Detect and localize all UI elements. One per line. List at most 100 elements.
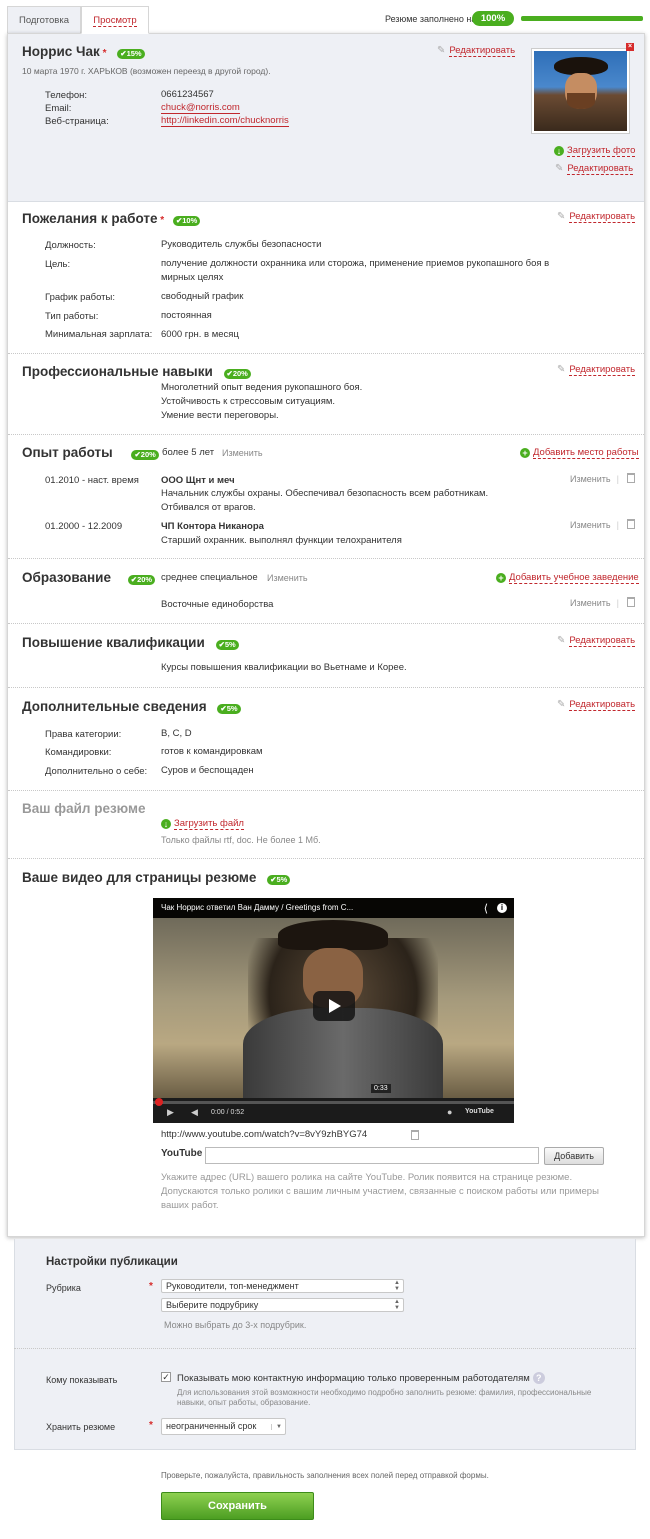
education-item-change[interactable]: Изменить xyxy=(570,598,611,608)
edit-photo-link[interactable]: Редактировать xyxy=(567,163,634,175)
completion-badge: ✔5% xyxy=(215,640,239,650)
play-icon[interactable]: ▶ xyxy=(167,1107,174,1118)
profile-photo[interactable] xyxy=(531,48,630,134)
divider xyxy=(8,434,644,435)
subrubric-select[interactable]: Выберите подрубрику ▲ ▼ xyxy=(161,1298,404,1312)
publication-title: Настройки публикации xyxy=(46,1256,178,1268)
contact-phone: 0661234567 xyxy=(161,89,214,100)
skills-edit[interactable]: ✎ Редактировать xyxy=(557,364,636,376)
job-period: 01.2010 - наст. время xyxy=(45,475,139,486)
video-url: http://www.youtube.com/watch?v=8vY9zhBYG… xyxy=(161,1129,368,1140)
keep-select[interactable]: неограниченный срок ▼ xyxy=(161,1418,286,1435)
download-icon: ↓ xyxy=(161,819,171,829)
pencil-icon: ✎ xyxy=(555,163,564,174)
divider xyxy=(14,1348,636,1349)
required-star: * xyxy=(149,1420,153,1431)
skill-line: Умение вести переговоры. xyxy=(161,410,279,421)
resume-file-hint: Только файлы rtf, doc. Не более 1 Мб. xyxy=(161,835,321,845)
profile-name-row: Норрис Чак * ✔15% xyxy=(22,44,145,59)
settings-icon[interactable]: ● xyxy=(447,1107,452,1117)
job-change[interactable]: Изменить xyxy=(570,520,611,530)
youtube-logo: YouTube xyxy=(161,1148,203,1159)
add-video-button[interactable]: Добавить xyxy=(544,1147,604,1165)
page: Подготовка Просмотр Резюме заполнено на … xyxy=(0,0,650,1539)
upload-file-link[interactable]: Загрузить файл xyxy=(174,818,244,830)
pencil-icon: ✎ xyxy=(557,635,566,646)
profile-edit[interactable]: ✎ Редактировать xyxy=(437,45,516,57)
divider xyxy=(8,623,644,624)
divider xyxy=(8,687,644,688)
additional-edit[interactable]: ✎ Редактировать xyxy=(557,699,636,711)
play-button[interactable] xyxy=(313,991,355,1021)
upload-photo[interactable]: ↓ Загрузить фото xyxy=(554,145,636,157)
field-value: Руководитель службы безопасности xyxy=(161,239,322,250)
trash-icon[interactable] xyxy=(626,519,635,529)
volume-icon[interactable]: ◀ xyxy=(191,1107,198,1118)
education-title-row: Образование ✔20% xyxy=(22,570,156,585)
edit-link[interactable]: Редактировать xyxy=(449,45,516,57)
edit-link[interactable]: Редактировать xyxy=(569,364,636,376)
save-button[interactable]: Сохранить xyxy=(161,1492,314,1520)
add-education[interactable]: + Добавить учебное заведение xyxy=(496,572,639,584)
required-star: * xyxy=(160,215,165,226)
tab-preview[interactable]: Просмотр xyxy=(81,6,149,34)
experience-change[interactable]: Изменить xyxy=(222,448,263,458)
share-icon[interactable]: ⟨ xyxy=(484,902,488,915)
job-company: ООО Щнт и меч xyxy=(161,475,235,486)
divider xyxy=(8,353,644,354)
video-player[interactable]: Чак Норрис ответил Ван Дамму / Greetings… xyxy=(153,898,514,1123)
wishes-edit[interactable]: ✎ Редактировать xyxy=(557,211,636,223)
qualification-title-row: Повышение квалификации ✔5% xyxy=(22,635,239,650)
education-change[interactable]: Изменить xyxy=(267,573,308,583)
pencil-icon: ✎ xyxy=(557,364,566,375)
field-value: B, C, D xyxy=(161,728,192,739)
trash-icon[interactable] xyxy=(626,597,635,607)
contact-web-link[interactable]: http://linkedin.com/chucknorris xyxy=(161,115,289,127)
tab-prepare[interactable]: Подготовка xyxy=(7,6,81,33)
show-contacts-checkbox[interactable]: ✓ xyxy=(161,1372,171,1382)
field-label: Дополнительно о себе: xyxy=(45,766,148,777)
skill-line: Многолетний опыт ведения рукопашного боя… xyxy=(161,382,363,393)
photo-edit[interactable]: ✎ Редактировать xyxy=(555,163,634,175)
youtube-logo[interactable]: YouTube xyxy=(465,1108,494,1115)
edit-link[interactable]: Редактировать xyxy=(569,699,636,711)
rubric-select[interactable]: Руководители, топ-менеджмент ▲ ▼ xyxy=(161,1279,404,1293)
trash-icon[interactable] xyxy=(411,1130,419,1140)
skills-title-row: Профессиональные навыки ✔20% xyxy=(22,364,251,379)
field-label: Права категории: xyxy=(45,729,122,740)
completion-badge: ✔5% xyxy=(217,704,241,714)
education-actions: Изменить | xyxy=(570,597,635,609)
completion-badge: ✔20% xyxy=(131,450,159,460)
video-time: 0:00 / 0:52 xyxy=(211,1109,245,1116)
contact-email-link[interactable]: chuck@norris.com xyxy=(161,102,240,114)
skill-line: Устойчивость к стрессовым ситуациям. xyxy=(161,396,336,407)
upload-file[interactable]: ↓ Загрузить файл xyxy=(161,818,244,830)
completion-badge: ✔20% xyxy=(223,369,251,379)
time-tooltip: 0:33 xyxy=(371,1084,391,1093)
edit-link[interactable]: Редактировать xyxy=(569,635,636,647)
job-description: Начальник службы охраны. Обеспечивал без… xyxy=(161,488,489,513)
pencil-icon: ✎ xyxy=(437,45,446,56)
scrubber-handle[interactable] xyxy=(155,1098,163,1106)
add-education-link[interactable]: Добавить учебное заведение xyxy=(509,572,639,584)
field-value: 6000 грн. в месяц xyxy=(161,329,239,340)
edit-link[interactable]: Редактировать xyxy=(569,211,636,223)
youtube-url-input[interactable] xyxy=(205,1147,539,1164)
job-company: ЧП Контора Никанора xyxy=(161,521,264,532)
job-change[interactable]: Изменить xyxy=(570,474,611,484)
add-job-link[interactable]: Добавить место работы xyxy=(533,447,639,459)
job-description: Старший охранник. выполнял функции телох… xyxy=(161,535,402,546)
pencil-icon: ✎ xyxy=(557,211,566,222)
trash-icon[interactable] xyxy=(626,473,635,483)
info-icon[interactable]: i xyxy=(497,903,507,913)
completion-badge: ✔10% xyxy=(172,216,201,226)
help-icon[interactable]: ? xyxy=(532,1372,545,1384)
upload-photo-link[interactable]: Загрузить фото xyxy=(567,145,636,157)
remove-photo-icon[interactable]: × xyxy=(626,43,634,51)
section-title: Пожелания к работе xyxy=(22,211,158,226)
pencil-icon: ✎ xyxy=(557,699,566,710)
add-job[interactable]: + Добавить место работы xyxy=(520,447,639,459)
section-title: Ваше видео для страницы резюме xyxy=(22,870,257,885)
video-progress[interactable] xyxy=(153,1101,514,1104)
qualification-edit[interactable]: ✎ Редактировать xyxy=(557,635,636,647)
